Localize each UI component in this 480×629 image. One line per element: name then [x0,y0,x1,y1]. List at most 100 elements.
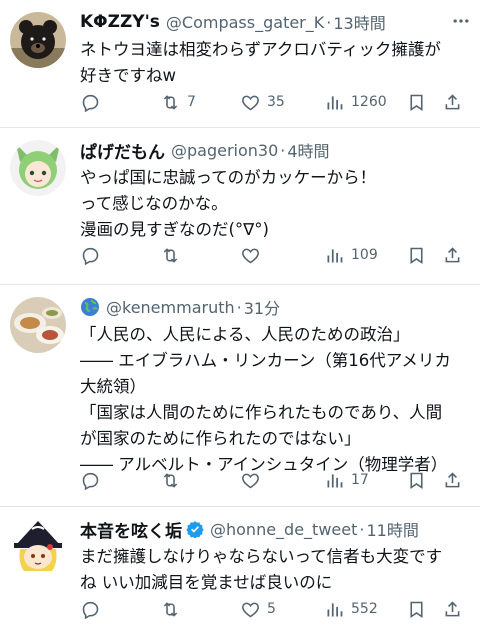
tweet-time[interactable]: 13時間 [333,10,385,34]
tweet-text-line: 「人民の、人民による、人民のための政治」 [80,325,410,344]
tweet-text-line: 漫画の見すぎなのだ(°∇°) [80,220,269,239]
tweet-card[interactable]: KΦZZY's @Compass_gater_K · 13時間 ネトウヨ達は相変… [0,0,480,128]
heart-icon [242,473,259,488]
bookmark-button[interactable] [406,90,427,114]
tweet-text: 「人民の、人民による、人民のための政治」 ―― エイブラハム・リンカーン（第16… [80,322,472,478]
tweet-card[interactable]: 本音を呟く垢 @honne_de_tweet · 11時間 まだ擁護しなけりゃな… [0,507,480,629]
view-count: 17 [351,472,369,488]
verified-badge-icon [186,520,204,538]
tweet-actions: 7 35 1260 [80,90,462,114]
like-count: 35 [267,94,285,110]
reply-icon [82,601,99,619]
view-count: 1260 [351,94,387,110]
separator-dot: · [280,140,286,160]
reply-icon [82,247,99,265]
tweet-text-line: って感じなのかな。 [80,194,228,213]
tweet-time[interactable]: 4時間 [287,138,329,162]
bookmark-icon [410,601,423,618]
bookmark-button[interactable] [406,243,427,267]
user-handle[interactable]: @honne_de_tweet [210,520,357,539]
views-icon [327,248,343,262]
tweet-time[interactable]: 11時間 [366,517,418,541]
tweet-card[interactable]: @kenemmaruth · 31分 「人民の、人民による、人民のための政治」 … [0,285,480,507]
tweet-text-line: 「国家は人間のために作られたものであり、人間 [80,403,443,422]
tweet-header: 本音を呟く垢 @honne_de_tweet · 11時間 [80,516,472,542]
retweet-button[interactable] [160,468,181,492]
separator-dot: · [236,297,242,317]
reply-icon [82,472,99,490]
share-icon [445,471,460,487]
like-button[interactable] [240,468,261,492]
tweet-text-line: 好きですねw [80,66,176,85]
like-button[interactable] [240,243,261,267]
user-handle[interactable]: @kenemmaruth [106,298,235,317]
retweet-button[interactable] [160,597,181,621]
separator-dot: · [326,12,332,32]
tweet-card[interactable]: ぱげだもん @pagerion30 · 4時間 やっぱ国に忠誠ってのがカッケーか… [0,128,480,285]
user-avatar[interactable] [10,519,66,575]
heart-icon [242,95,259,110]
user-avatar[interactable] [10,297,66,353]
retweet-icon [163,247,178,263]
heart-icon [242,248,259,263]
bookmark-button[interactable] [406,597,427,621]
heart-icon [242,602,259,617]
views-button[interactable]: 17 [324,468,369,492]
tweet-header: @kenemmaruth · 31分 [80,294,472,320]
user-avatar[interactable] [10,140,66,196]
tweet-text-line: ―― エイブラハム・リンカーン（第16代アメリカ [80,351,451,370]
tweet-text-line: 大統領） [80,377,146,396]
like-button[interactable]: 35 [240,90,285,114]
tweet-header: KΦZZY's @Compass_gater_K · 13時間 [80,9,472,35]
like-button[interactable]: 5 [240,597,276,621]
views-icon [327,602,343,616]
retweet-button[interactable] [160,243,181,267]
retweet-button[interactable]: 7 [160,90,196,114]
retweet-icon [163,601,178,617]
display-name[interactable]: 本音を呟く垢 [80,517,182,542]
views-button[interactable]: 552 [324,597,378,621]
tweet-actions: 17 [80,468,462,492]
reply-button[interactable] [80,468,101,492]
timeline-feed: KΦZZY's @Compass_gater_K · 13時間 ネトウヨ達は相変… [0,0,480,629]
views-icon [327,473,343,487]
views-icon [327,95,343,109]
display-name[interactable]: KΦZZY's [80,12,160,32]
share-icon [445,246,460,262]
retweet-count: 7 [187,94,196,110]
like-count: 5 [267,601,276,617]
view-count: 109 [351,247,378,263]
views-button[interactable]: 109 [324,243,378,267]
bookmark-button[interactable] [406,468,427,492]
reply-icon [82,94,99,112]
views-button[interactable]: 1260 [324,90,387,114]
retweet-icon [163,94,178,110]
reply-button[interactable] [80,90,101,114]
retweet-icon [163,472,178,488]
share-button[interactable] [442,243,463,267]
share-button[interactable] [442,468,463,492]
share-icon [445,600,460,616]
reply-button[interactable] [80,243,101,267]
tweet-actions: 5 552 [80,597,462,621]
globe-icon [80,297,100,317]
tweet-time[interactable]: 31分 [244,295,280,319]
share-icon [445,93,460,109]
bookmark-icon [410,472,423,489]
bookmark-icon [410,94,423,111]
user-handle[interactable]: @Compass_gater_K [166,13,324,32]
tweet-text-line: やっぱ国に忠誠ってのがカッケーから！ [80,168,377,187]
tweet-text-line: が国家のために作られたのではない」 [80,429,361,448]
tweet-text: やっぱ国に忠誠ってのがカッケーから！ って感じなのかな。 漫画の見すぎなのだ(°… [80,165,472,243]
tweet-header: ぱげだもん @pagerion30 · 4時間 [80,137,472,163]
reply-button[interactable] [80,597,101,621]
more-options-icon[interactable] [450,10,472,32]
view-count: 552 [351,601,378,617]
share-button[interactable] [442,597,463,621]
user-handle[interactable]: @pagerion30 [171,141,278,160]
tweet-text-line: まだ擁護しなけりゃならないって信者も大変です [80,547,443,566]
share-button[interactable] [442,90,463,114]
display-name[interactable]: ぱげだもん [80,138,165,163]
tweet-text-line: ネトウヨ達は相変わらずアクロバティック擁護が [80,40,441,59]
user-avatar[interactable] [10,12,66,68]
